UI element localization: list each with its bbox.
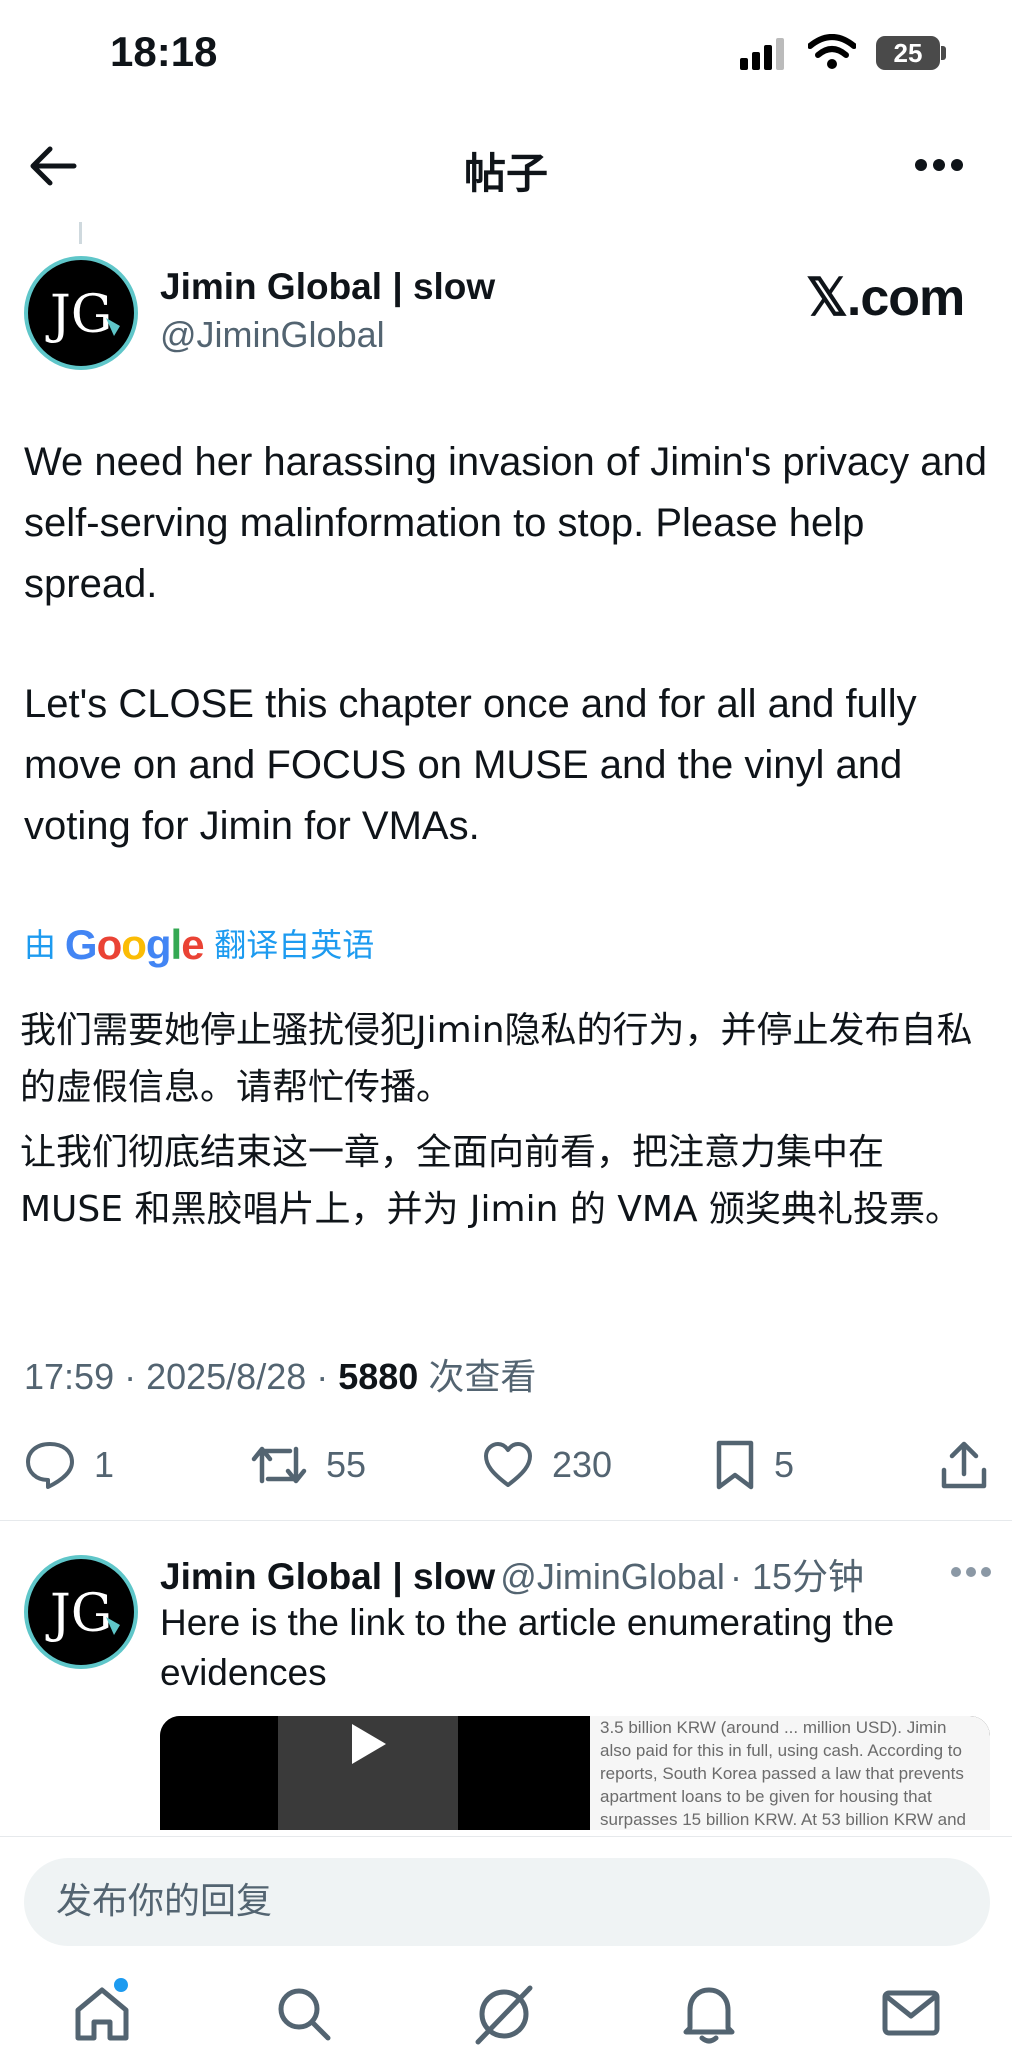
- jimin-global-logo-icon: JG: [45, 285, 120, 345]
- bookmark-icon: [716, 1440, 754, 1490]
- google-letter: o: [121, 921, 147, 968]
- messages-envelope-icon[interactable]: [882, 1990, 940, 2036]
- reply-time: · 15分钟: [730, 1556, 865, 1597]
- reply-header: Jimin Global | slow @JiminGlobal · 15分钟: [160, 1548, 864, 1600]
- google-letter: g: [145, 921, 172, 968]
- thread-line: [79, 222, 82, 244]
- post-meta: 17:59 · 2025/8/28 · 5880 次查看: [24, 1348, 536, 1400]
- svg-text:JG: JG: [45, 1584, 112, 1644]
- page-title: 帖子: [463, 149, 548, 198]
- author-handle[interactable]: @JiminGlobal: [160, 314, 385, 356]
- author-name[interactable]: Jimin Global | slow: [160, 266, 495, 308]
- google-logo: Google: [65, 921, 214, 968]
- translate-suffix: 翻译自英语: [214, 927, 375, 963]
- translation-attribution[interactable]: 由 Google 翻译自英语: [24, 920, 374, 969]
- wifi-icon: [808, 34, 856, 69]
- battery-icon: 25: [876, 36, 940, 70]
- composer-divider: [0, 1836, 1012, 1837]
- post-text-en-2: Let's CLOSE this chapter once and for al…: [24, 682, 917, 848]
- google-letter: e: [181, 921, 204, 968]
- signal-icon: [740, 38, 784, 70]
- reply-text: Here is the link to the article enumerat…: [160, 1602, 895, 1693]
- grok-icon[interactable]: [472, 1982, 536, 2046]
- reply-author-name[interactable]: Jimin Global | slow: [160, 1556, 495, 1597]
- reply-count: 1: [94, 1444, 115, 1485]
- repost-button[interactable]: 55: [250, 1435, 366, 1495]
- share-icon[interactable]: [940, 1440, 988, 1490]
- avatar[interactable]: JG: [24, 256, 138, 370]
- notifications-bell-icon[interactable]: [682, 1984, 736, 2044]
- reply-avatar[interactable]: JG: [24, 1555, 138, 1669]
- divider: [0, 1520, 1012, 1521]
- like-button[interactable]: 230: [482, 1435, 612, 1495]
- more-options-icon[interactable]: [914, 158, 964, 172]
- bookmark-button[interactable]: 5: [714, 1435, 794, 1495]
- translate-prefix: 由: [24, 927, 57, 963]
- home-icon[interactable]: [74, 1984, 130, 2042]
- view-count: 5880: [338, 1356, 419, 1397]
- media-video-thumbnail[interactable]: [160, 1716, 596, 1830]
- battery-nub: [941, 46, 946, 60]
- svg-text:JG: JG: [45, 285, 112, 345]
- google-letter: l: [170, 921, 183, 968]
- repost-count: 55: [326, 1444, 367, 1485]
- heart-icon: [484, 1442, 532, 1487]
- google-letter: G: [64, 921, 98, 968]
- reply-button[interactable]: 1: [24, 1435, 114, 1495]
- view-label: 次查看: [418, 1356, 537, 1397]
- bookmark-count: 5: [774, 1444, 795, 1485]
- repost-icon: [251, 1446, 307, 1484]
- x-com-watermark: 𝕏.com: [806, 269, 965, 327]
- google-letter: o: [96, 921, 123, 968]
- jimin-global-logo-icon: JG: [45, 1584, 120, 1644]
- status-bar: 18:18 25: [0, 0, 1012, 100]
- notification-dot: [114, 1978, 128, 1992]
- status-time: 18:18: [110, 28, 218, 75]
- post-text-zh-2: 让我们彻底结束这一章，全面向前看，把注意力集中在MUSE 和黑胶唱片上，并为 J…: [20, 1132, 962, 1230]
- post-text-zh-1: 我们需要她停止骚扰侵犯Jimin隐私的行为，并停止发布自私的虚假信息。请帮忙传播…: [20, 1010, 973, 1108]
- bottom-nav: [0, 1958, 1012, 2060]
- reply-composer-input[interactable]: 发布你的回复: [24, 1858, 990, 1946]
- play-icon[interactable]: [348, 1722, 388, 1766]
- reply-more-icon[interactable]: [950, 1566, 992, 1578]
- post-timestamp: 17:59 · 2025/8/28 ·: [24, 1356, 339, 1397]
- reply-icon: [26, 1442, 74, 1489]
- reply-author-handle[interactable]: @JiminGlobal: [500, 1556, 725, 1597]
- like-count: 230: [552, 1444, 613, 1485]
- reply-media[interactable]: 3.5 billion KRW (around ... million USD)…: [160, 1716, 990, 1830]
- search-icon[interactable]: [276, 1986, 332, 2042]
- media-article-snippet: 3.5 billion KRW (around ... million USD)…: [590, 1716, 990, 1830]
- post-text-en-1: We need her harassing invasion of Jimin'…: [24, 440, 987, 606]
